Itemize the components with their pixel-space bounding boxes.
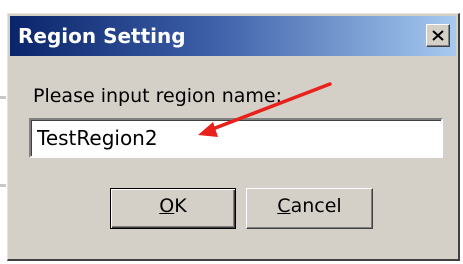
red-arrow-icon: [198, 82, 332, 137]
screenshot-stage: Region Setting Please input region name:…: [0, 0, 463, 264]
